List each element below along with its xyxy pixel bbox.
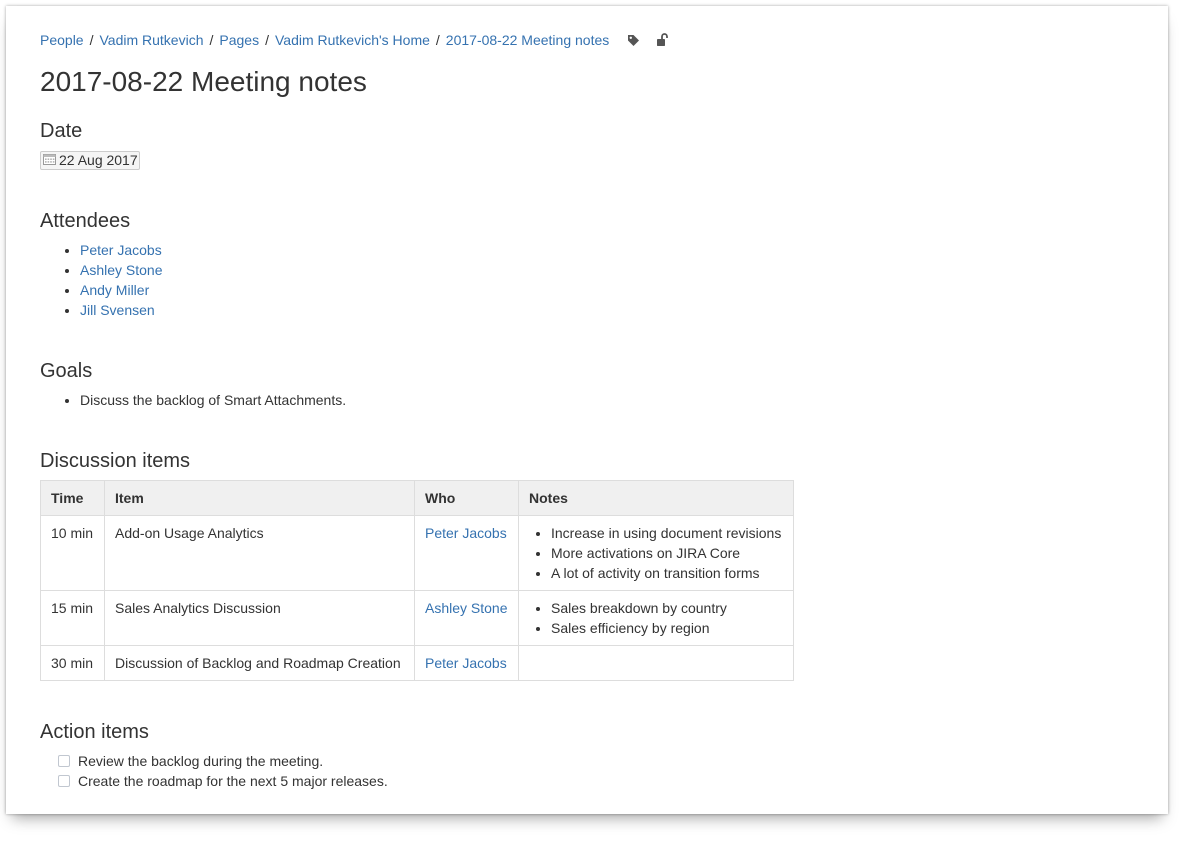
- who-cell: Peter Jacobs: [414, 645, 519, 681]
- calendar-icon: [43, 152, 59, 169]
- list-item: Discuss the backlog of Smart Attachments…: [80, 390, 346, 410]
- attendee-link[interactable]: Ashley Stone: [80, 262, 163, 278]
- attendee-link[interactable]: Peter Jacobs: [80, 242, 162, 258]
- task-item: Review the backlog during the meeting.: [58, 751, 388, 771]
- tag-icon[interactable]: [627, 34, 640, 47]
- item-cell: Add-on Usage Analytics: [104, 515, 415, 591]
- who-cell: Ashley Stone: [414, 590, 519, 646]
- attendees-heading: Attendees: [40, 210, 131, 232]
- attendee-link[interactable]: Jill Svensen: [80, 302, 155, 318]
- note-item: More activations on JIRA Core: [551, 543, 783, 563]
- breadcrumb-separator: /: [89, 32, 94, 48]
- table-row: 30 min Discussion of Backlog and Roadmap…: [40, 645, 794, 681]
- task-item: Create the roadmap for the next 5 major …: [58, 771, 388, 791]
- column-header-item: Item: [104, 480, 415, 516]
- discussion-heading: Discussion items: [40, 450, 191, 472]
- table-row: 15 min Sales Analytics Discussion Ashley…: [40, 590, 794, 646]
- table-row: 10 min Add-on Usage Analytics Peter Jaco…: [40, 515, 794, 591]
- list-item: Peter Jacobs: [80, 240, 163, 260]
- note-item: Sales breakdown by country: [551, 598, 783, 618]
- item-cell: Sales Analytics Discussion: [104, 590, 415, 646]
- breadcrumb-separator: /: [265, 32, 269, 48]
- date-heading: Date: [40, 120, 83, 142]
- breadcrumb-current-page[interactable]: 2017-08-22 Meeting notes: [446, 31, 609, 49]
- task-checkbox[interactable]: [58, 755, 70, 767]
- goals-heading: Goals: [40, 360, 93, 382]
- action-items-list: Review the backlog during the meeting. C…: [58, 751, 388, 791]
- breadcrumb-pages[interactable]: Pages: [219, 31, 259, 49]
- user-link[interactable]: Peter Jacobs: [425, 655, 507, 671]
- page-metadata-icons: [627, 33, 669, 47]
- list-item: Ashley Stone: [80, 260, 163, 280]
- note-item: Increase in using document revisions: [551, 523, 783, 543]
- time-cell: 10 min: [40, 515, 105, 591]
- item-cell: Discussion of Backlog and Roadmap Creati…: [104, 645, 415, 681]
- column-header-notes: Notes: [518, 480, 794, 516]
- action-items-heading: Action items: [40, 721, 149, 743]
- user-link[interactable]: Ashley Stone: [425, 600, 508, 616]
- date-lozenge[interactable]: 22 Aug 2017: [40, 151, 140, 170]
- goals-list: Discuss the backlog of Smart Attachments…: [40, 390, 346, 410]
- list-item: Jill Svensen: [80, 300, 163, 320]
- attendees-list: Peter Jacobs Ashley Stone Andy Miller Ji…: [40, 240, 163, 320]
- breadcrumb: People / Vadim Rutkevich / Pages / Vadim…: [40, 31, 669, 49]
- notes-cell: Sales breakdown by country Sales efficie…: [518, 590, 794, 646]
- note-item: A lot of activity on transition forms: [551, 563, 783, 583]
- breadcrumb-people[interactable]: People: [40, 31, 84, 49]
- notes-cell: [518, 645, 794, 681]
- task-label: Review the backlog during the meeting.: [78, 753, 324, 769]
- attendee-link[interactable]: Andy Miller: [80, 282, 149, 298]
- breadcrumb-home[interactable]: Vadim Rutkevich's Home: [275, 31, 430, 49]
- notes-cell: Increase in using document revisions Mor…: [518, 515, 794, 591]
- who-cell: Peter Jacobs: [414, 515, 519, 591]
- time-cell: 15 min: [40, 590, 105, 646]
- table-header-row: Time Item Who Notes: [40, 480, 794, 516]
- column-header-who: Who: [414, 480, 519, 516]
- discussion-table: Time Item Who Notes 10 min Add-on Usage …: [40, 480, 794, 681]
- date-value: 22 Aug 2017: [59, 152, 138, 168]
- breadcrumb-separator: /: [435, 32, 440, 48]
- task-checkbox[interactable]: [58, 775, 70, 787]
- list-item: Andy Miller: [80, 280, 163, 300]
- note-item: Sales efficiency by region: [551, 618, 783, 638]
- page-title: 2017-08-22 Meeting notes: [40, 66, 367, 97]
- unlock-icon[interactable]: [656, 33, 669, 47]
- time-cell: 30 min: [40, 645, 105, 681]
- breadcrumb-user[interactable]: Vadim Rutkevich: [99, 31, 203, 49]
- breadcrumb-separator: /: [209, 32, 214, 48]
- user-link[interactable]: Peter Jacobs: [425, 525, 507, 541]
- task-label: Create the roadmap for the next 5 major …: [78, 773, 388, 789]
- column-header-time: Time: [40, 480, 105, 516]
- page-card: People / Vadim Rutkevich / Pages / Vadim…: [6, 6, 1168, 814]
